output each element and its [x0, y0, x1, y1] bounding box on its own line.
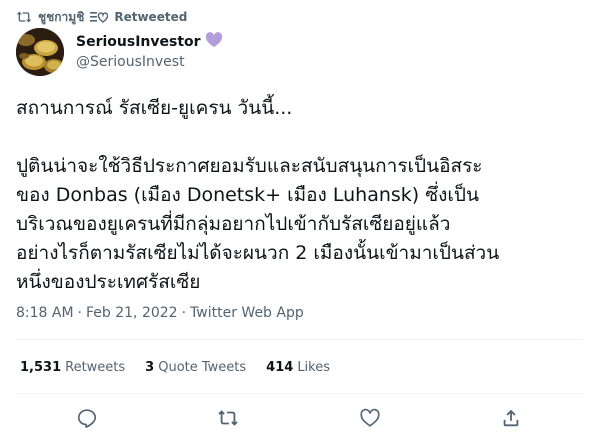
avatar-coins-image: [16, 28, 64, 76]
tweet-paragraph: ปูตินน่าจะใช้วิธีประกาศยอมรับและสนับสนุน…: [16, 155, 500, 293]
quote-tweets-count: 3: [145, 360, 155, 375]
author-handle[interactable]: @SeriousInvest: [76, 54, 223, 70]
purple-heart-icon: [205, 32, 223, 52]
reply-button[interactable]: [73, 404, 101, 432]
retweets-label: Retweets: [65, 360, 126, 375]
tweet-author[interactable]: SeriousInvestor @SeriousInvest: [76, 32, 223, 70]
retweet-icon: [218, 410, 238, 426]
likes-count: 414: [266, 360, 294, 375]
like-button[interactable]: [356, 404, 384, 432]
retweet-button[interactable]: [214, 404, 242, 432]
reply-icon: [77, 409, 97, 428]
divider: [16, 393, 582, 394]
share-icon: [503, 409, 519, 427]
retweets-count: 1,531: [20, 360, 62, 375]
divider: [16, 339, 582, 340]
likes-label: Likes: [297, 360, 331, 375]
tweet-paragraph: สถานการณ์ รัสเซีย-ยูเครน วันนี้...: [16, 97, 293, 119]
retweeter-name[interactable]: ชูชกามูชิ: [38, 8, 84, 27]
tweet-stats: 1,531 Retweets 3 Quote Tweets 414 Likes: [20, 360, 330, 375]
retweeted-label: Retweeted: [114, 10, 188, 24]
retweeted-by-bar: ชูชกามูชิ Retweeted: [16, 9, 187, 25]
tweet-action-bar: [16, 404, 582, 432]
tweet-meta: 8:18 AM · Feb 21, 2022 · Twitter Web App: [16, 305, 304, 321]
tweet-source[interactable]: Twitter Web App: [190, 305, 304, 321]
quote-tweets-label: Quote Tweets: [158, 360, 247, 375]
share-button[interactable]: [497, 404, 525, 432]
tweet-date[interactable]: Feb 21, 2022: [86, 305, 178, 321]
avatar[interactable]: [16, 28, 64, 76]
quote-tweets-stat[interactable]: 3 Quote Tweets: [145, 360, 246, 375]
like-icon: [360, 408, 380, 427]
tweet-text: สถานการณ์ รัสเซีย-ยูเครน วันนี้... ปูติน…: [16, 94, 582, 297]
retweet-small-icon: [16, 10, 32, 24]
likes-stat[interactable]: 414 Likes: [266, 360, 330, 375]
list-heart-icon: [90, 11, 109, 23]
meta-separator: ·: [181, 305, 187, 321]
author-display-name[interactable]: SeriousInvestor: [76, 34, 201, 50]
meta-separator: ·: [77, 305, 82, 321]
tweet-time[interactable]: 8:18 AM: [16, 305, 74, 321]
retweets-stat[interactable]: 1,531 Retweets: [20, 360, 125, 375]
